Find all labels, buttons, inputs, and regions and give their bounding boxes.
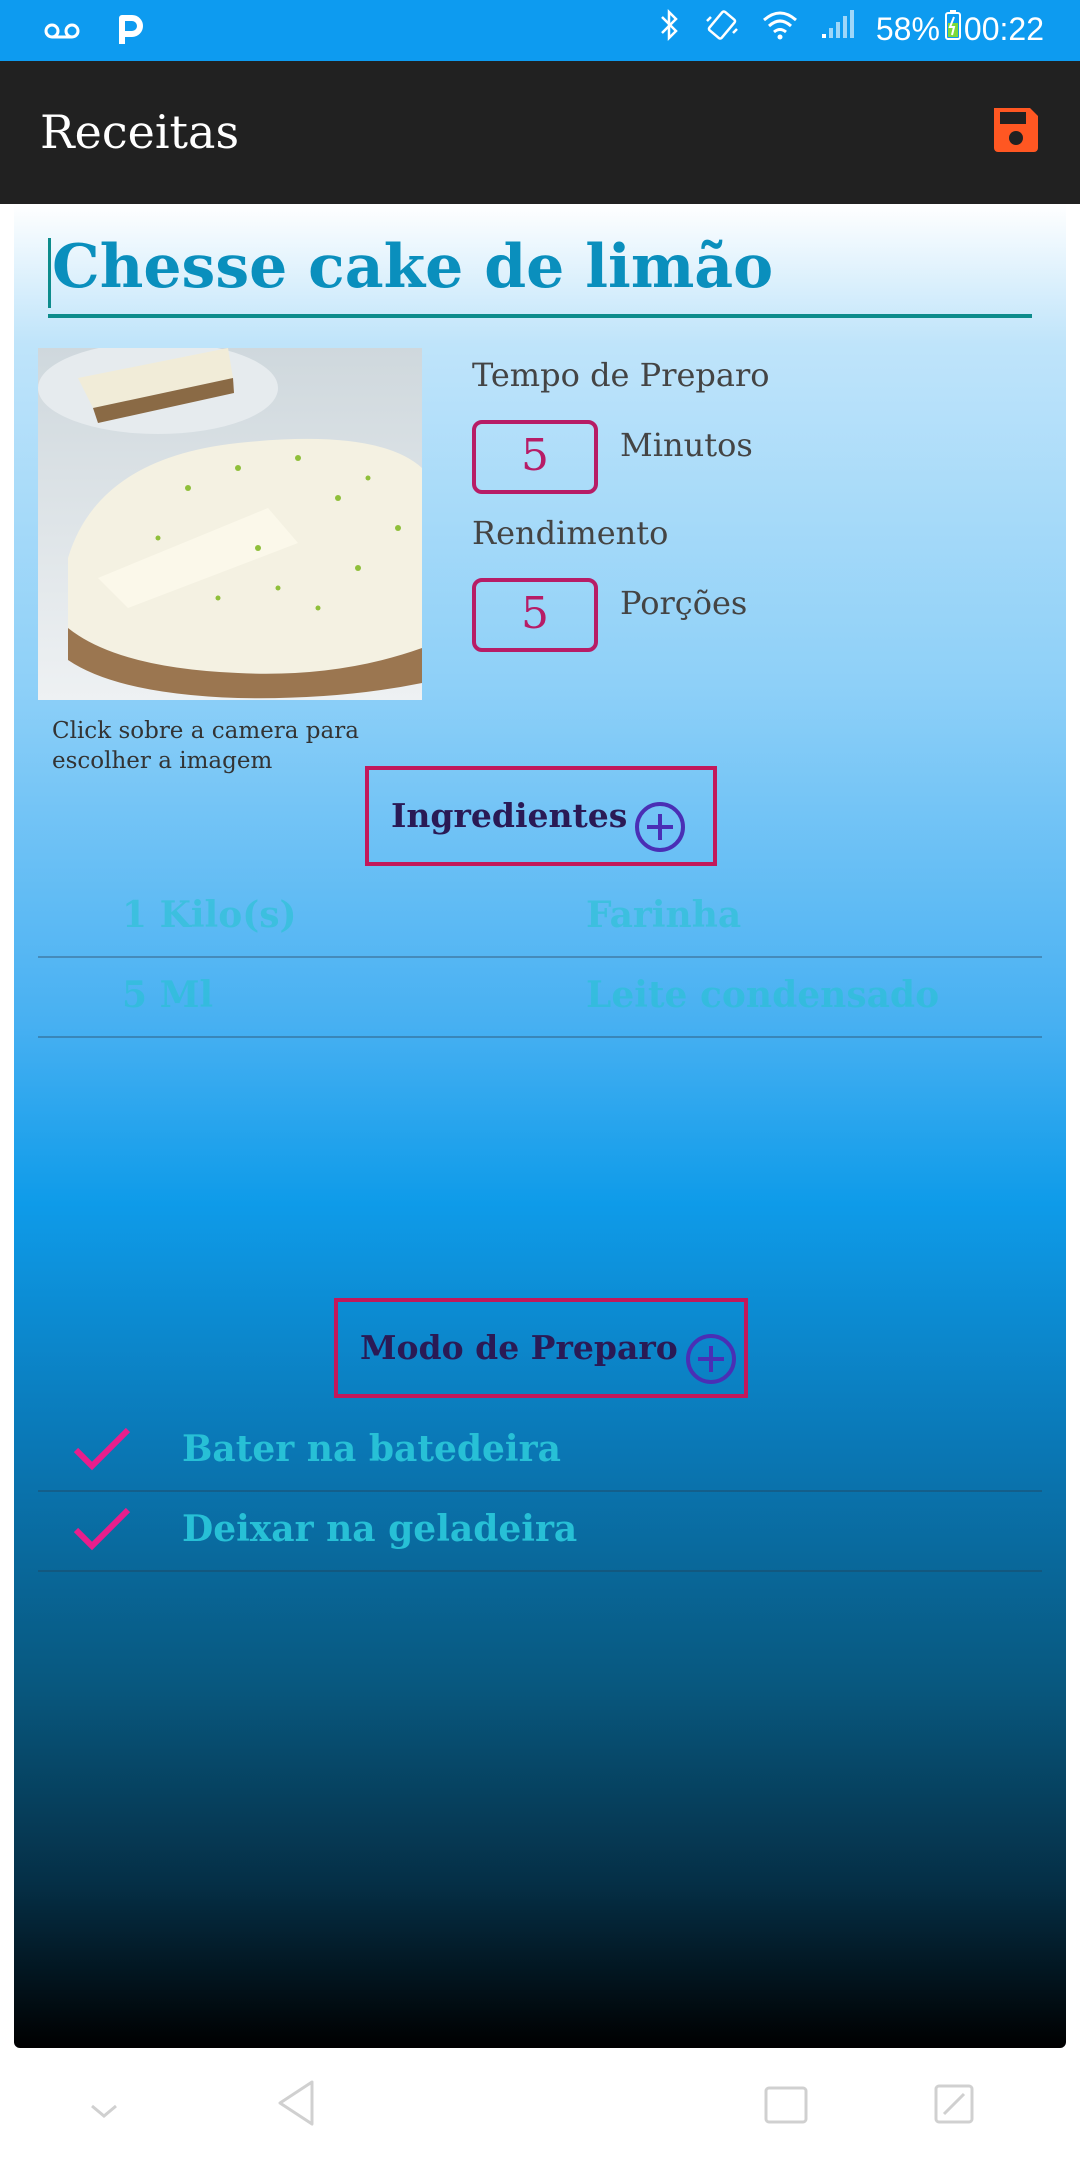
prep-time-unit: Minutos [620,426,753,464]
text-cursor [48,238,51,308]
app-bar: Receitas [0,61,1080,204]
yield-label: Rendimento [472,514,669,552]
wifi-icon [762,10,798,48]
floppy-disk-icon [994,108,1038,152]
signal-icon [820,10,854,48]
prep-time-input[interactable]: 5 [472,420,598,494]
plus-circle-icon [686,1334,736,1384]
add-step-button[interactable]: Modo de Preparo [334,1298,748,1398]
recipe-title-input[interactable]: Chesse cake de limão [48,228,1032,318]
yield-unit: Porções [620,584,748,622]
chevron-down-icon[interactable] [86,2100,122,2124]
bluetooth-icon [658,8,682,50]
parking-app-icon [116,12,144,51]
navigation-bar [0,2048,1080,2160]
add-ingredient-button[interactable]: Ingredientes [365,766,717,866]
ingredient-name: Leite condensado [586,974,940,1016]
battery-percent: 58% [875,10,940,47]
check-icon [73,1507,131,1551]
prep-time-label: Tempo de Preparo [472,356,770,394]
back-icon[interactable] [274,2078,318,2128]
check-icon [73,1427,131,1471]
vibrate-icon [704,8,740,50]
step-text: Bater na batedeira [182,1428,561,1470]
yield-input[interactable]: 5 [472,578,598,652]
step-row[interactable]: Deixar na geladeira [38,1492,1042,1572]
ingredient-quantity: 1 Kilo(s) [122,894,297,936]
ingredient-name: Farinha [586,894,742,936]
ingredient-row[interactable]: 1 Kilo(s) Farinha [38,878,1042,958]
photo-caption: Click sobre a camera para escolher a ima… [52,718,359,774]
preparation-label: Modo de Preparo [360,1328,678,1367]
recipe-photo[interactable] [38,348,422,700]
app-title: Receitas [40,105,240,159]
status-bar: 58% 00:22 [0,0,1080,61]
save-button[interactable] [990,104,1042,156]
plus-circle-icon [635,802,685,852]
edit-icon[interactable] [930,2080,978,2128]
voicemail-icon [44,17,80,46]
ingredient-quantity: 5 Ml [122,974,214,1016]
step-text: Deixar na geladeira [182,1508,578,1550]
clock: 00:22 [963,10,1044,47]
recents-icon[interactable] [762,2084,810,2126]
cheesecake-image [38,348,422,700]
ingredient-row[interactable]: 5 Ml Leite condensado [38,958,1042,1038]
recipe-form: Chesse cake de limão Click sobre a camer… [14,204,1066,2048]
step-row[interactable]: Bater na batedeira [38,1412,1042,1492]
battery-charging-icon [944,9,962,49]
ingredients-label: Ingredientes [391,796,628,835]
recipe-title-text: Chesse cake de limão [52,232,774,302]
